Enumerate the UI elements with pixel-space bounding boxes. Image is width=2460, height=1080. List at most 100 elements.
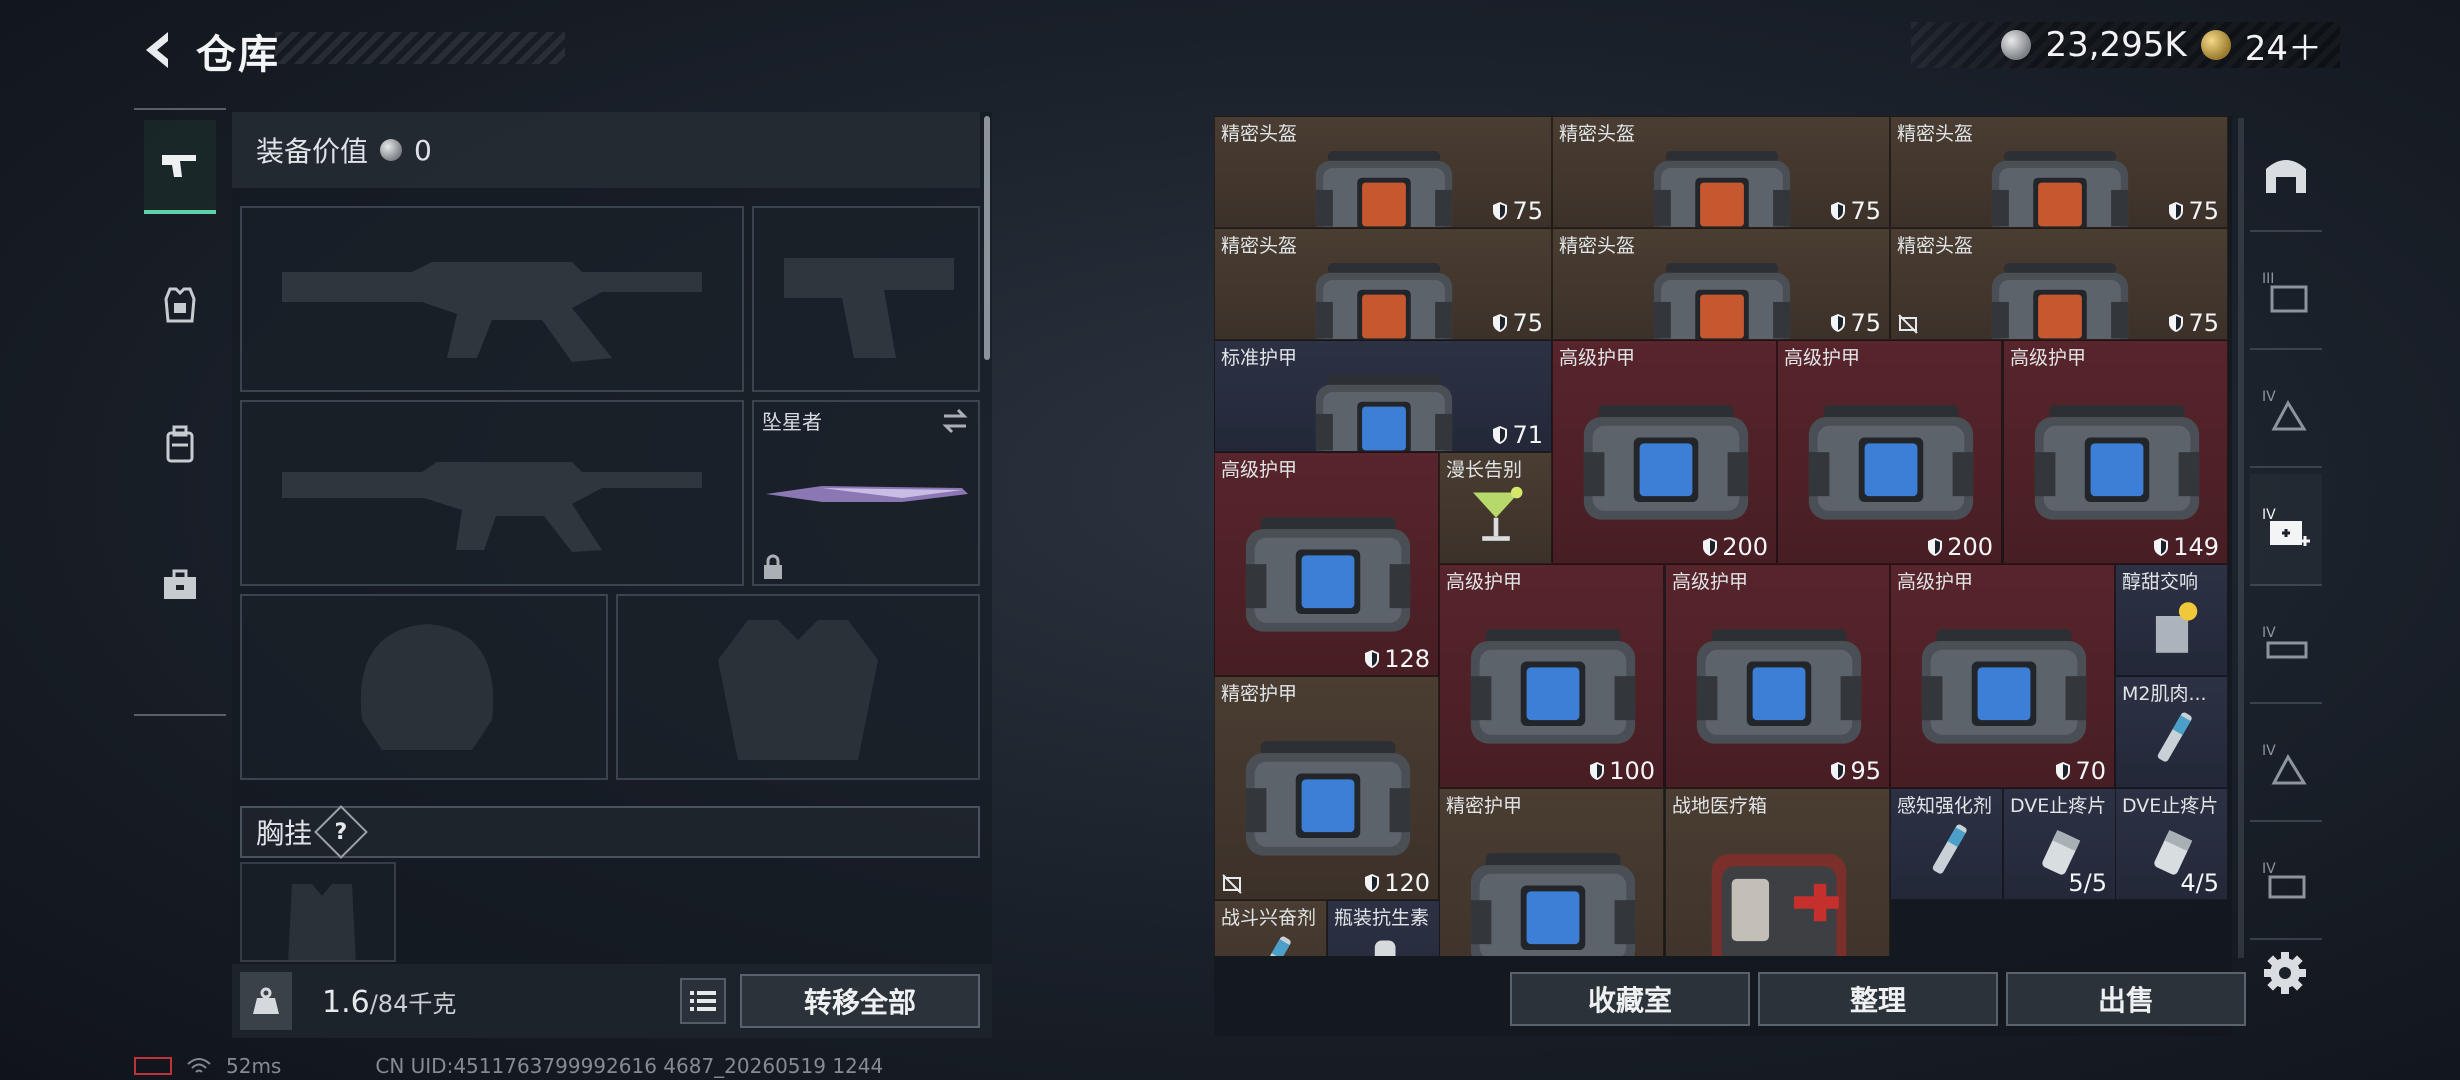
secondary-weapon-slot[interactable] [752,206,980,392]
equipment-value-label: 装备价值 [256,135,369,168]
item-value: 200 [1927,533,1993,561]
inventory-item[interactable]: 醇甜交响 [2115,564,2228,676]
tab-tier4-a[interactable]: IV [2250,356,2322,468]
tab-backpack[interactable] [144,400,216,490]
item-image [1311,139,1457,227]
item-value-text: 70 [2075,757,2106,785]
inventory-item[interactable]: 精密头盔 75 [1890,228,2228,340]
melee-weapon-slot[interactable]: 坠星者 [752,400,980,586]
inventory-panel: 精密头盔 75 精密头盔 75 精密头盔 75 精密头盔 75 精密头盔 75 … [1214,116,2246,1036]
item-name: 高级护甲 [1672,571,1749,593]
inventory-item[interactable]: 高级护甲 200 [1777,340,2002,564]
item-image [1649,251,1795,339]
inventory-item[interactable]: M2肌肉... [2115,676,2228,788]
item-name: 精密头盔 [1559,123,1636,145]
item-name: 高级护甲 [1446,571,1523,593]
back-button[interactable] [128,22,188,78]
item-name: 高级护甲 [1784,347,1861,369]
tab-toolkit[interactable] [144,540,216,630]
inventory-item[interactable]: 精密头盔 75 [1552,116,1890,228]
inventory-item[interactable]: 感知强化剂 [1890,788,2003,900]
tier4-ammo-icon: IV [2262,625,2308,659]
armor-vest-icon [164,287,196,323]
inventory-item[interactable]: 漫长告别 [1439,452,1552,564]
equipment-scrollbar[interactable] [984,116,990,360]
item-name: DVE止疼片 [2122,795,2219,817]
inventory-item[interactable]: 战斗兴奋剂 [1214,900,1327,956]
item-value-text: 5/5 [2068,869,2107,897]
item-image [1649,139,1795,227]
sell-button[interactable]: 出售 [2006,972,2246,1026]
tier4-map-icon: IV [2262,389,2307,431]
inventory-item[interactable]: 高级护甲 100 [1439,564,1664,788]
inventory-item[interactable]: 精密护甲 120 [1214,676,1439,900]
equipment-panel: 装备价值 0 坠星者 胸挂 ? 1.6/84千克 转移全部 [232,112,992,1038]
durability-shield-icon [1493,202,1508,220]
rifle-silhouette-icon [282,462,702,552]
primary-weapon-slot[interactable] [240,206,744,392]
helmet-slot[interactable] [240,594,608,780]
inventory-item[interactable]: 精密头盔 75 [1214,228,1552,340]
silver-amount: 23,295K [2045,25,2187,65]
svg-text:IV: IV [2262,625,2276,641]
inventory-item[interactable]: 精密护甲 [1439,788,1664,956]
body-armor-slot[interactable] [616,594,980,780]
primary-weapon-slot-2[interactable] [240,400,744,586]
weight-readout: 1.6/84千克 [322,984,456,1020]
tab-tier3[interactable]: III [2250,238,2322,350]
gold-coin-icon [2200,30,2231,60]
item-name: 漫长告别 [1446,459,1523,481]
svg-text:IV: IV [2262,743,2276,759]
list-view-button[interactable] [680,978,726,1024]
item-value-text: 75 [2188,309,2219,337]
item-name: 精密头盔 [1559,235,1636,257]
tab-weapons[interactable] [144,120,216,214]
inventory-item[interactable]: 高级护甲 95 [1665,564,1890,788]
tab-home[interactable] [2250,120,2322,232]
inventory-item[interactable]: 高级护甲 149 [2003,340,2228,564]
cocktail-icon [1473,486,1523,541]
inventory-item[interactable]: DVE止疼片 5/5 [2003,788,2116,900]
item-image [2029,391,2205,532]
settings-button[interactable] [2262,950,2308,996]
inventory-item[interactable]: 精密头盔 75 [1890,116,2228,228]
inventory-item[interactable]: 高级护甲 200 [1552,340,1777,564]
tab-tier4-medical[interactable]: IV [2250,474,2322,586]
not-tradeable-icon [1221,873,1243,895]
currency-bar: 23,295K 24＋ [1911,22,2340,69]
item-image [1240,727,1416,868]
durability-shield-icon [1365,874,1380,892]
inventory-item[interactable]: 精密头盔 75 [1552,228,1890,340]
durability-shield-icon [1493,426,1508,444]
tab-tier4-tools[interactable]: IV [2250,828,2322,940]
inventory-item[interactable]: 高级护甲 70 [1890,564,2115,788]
weight-current: 1.6 [322,985,370,1020]
help-icon[interactable]: ? [314,805,368,859]
inventory-scrollbar[interactable] [2238,118,2244,958]
item-name: 高级护甲 [1221,459,1298,481]
inventory-item[interactable]: 高级护甲 128 [1214,452,1439,676]
inventory-item[interactable]: 瓶装抗生素 [1327,900,1440,956]
item-name: M2肌肉... [2122,683,2207,705]
knife-icon [766,486,968,502]
armor-case-icon [1808,405,1974,520]
transfer-all-button[interactable]: 转移全部 [740,974,980,1028]
swap-icon[interactable] [940,408,970,434]
inventory-item[interactable]: 标准护甲 71 [1214,340,1552,452]
tab-tier4-armor[interactable]: IV [2250,710,2322,822]
toolbox-icon [164,569,196,599]
gold-amount: 24＋ [2244,28,2322,69]
inventory-item[interactable]: 精密头盔 75 [1214,116,1552,228]
tab-armor[interactable] [144,260,216,350]
item-image [1465,615,1641,756]
status-bar: 52ms CN UID:4511763799992616 4687_202605… [134,1054,883,1078]
inventory-item[interactable]: 战地医疗箱 [1665,788,1890,956]
item-value: 75 [1830,197,1881,225]
item-name: 战斗兴奋剂 [1221,907,1317,929]
collection-room-button[interactable]: 收藏室 [1510,972,1750,1026]
inventory-item[interactable]: DVE止疼片 4/5 [2115,788,2228,900]
organize-button[interactable]: 整理 [1758,972,1998,1026]
durability-shield-icon [2056,762,2071,780]
chest-rig-slot[interactable] [240,862,396,962]
tab-tier4-ammo[interactable]: IV [2250,592,2322,704]
